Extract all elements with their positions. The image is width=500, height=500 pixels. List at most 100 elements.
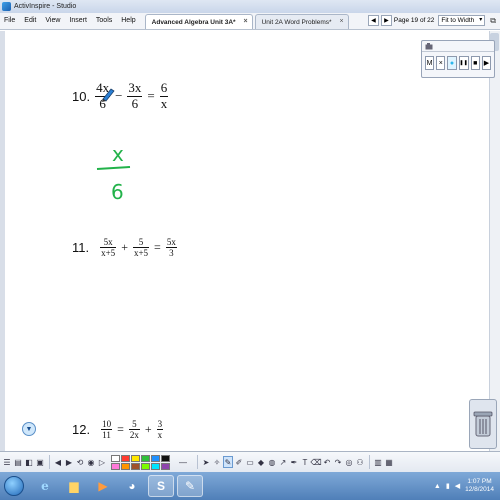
main-menu-icon[interactable]: ☰ xyxy=(2,456,12,468)
palette-swatch[interactable] xyxy=(161,462,170,470)
ink-color-icon[interactable]: ✒ xyxy=(289,456,299,468)
numerator: 3 xyxy=(157,419,163,429)
numerator: 5x xyxy=(166,237,176,247)
stop-button[interactable]: ■ xyxy=(470,56,480,70)
operator: + xyxy=(121,240,128,255)
palette-swatch[interactable] xyxy=(121,454,130,462)
fraction: 5 2x xyxy=(128,419,140,441)
more-tools-icon[interactable]: ▦ xyxy=(384,456,394,468)
pause-button[interactable]: ❚❚ xyxy=(458,56,469,70)
activinspire-taskbar-icon[interactable]: ✎ xyxy=(177,475,203,497)
eraser-icon[interactable]: ▭ xyxy=(245,456,255,468)
problem-12: 12. 10 11 = 5 2x + 3 x xyxy=(72,419,165,441)
volume-icon[interactable]: ◀ xyxy=(455,482,460,490)
denominator: x xyxy=(160,95,168,111)
fraction: 5 x+5 xyxy=(132,237,150,259)
palette-swatch[interactable] xyxy=(121,462,130,470)
start-button-icon[interactable] xyxy=(4,476,24,496)
pen-cursor-icon xyxy=(102,88,115,102)
palette-swatch[interactable] xyxy=(151,462,160,470)
handwritten-fraction: x 6 xyxy=(96,144,131,204)
pen-width-slider-icon[interactable]: — xyxy=(173,456,193,468)
magic-wand-icon[interactable]: ✧ xyxy=(212,456,222,468)
fill-icon[interactable]: ◍ xyxy=(267,456,277,468)
shape-icon[interactable]: ◆ xyxy=(256,456,266,468)
play-button[interactable]: ▶ xyxy=(481,56,492,70)
activinspire-logo-icon xyxy=(2,2,11,11)
desktop-annotate-icon[interactable]: ▣ xyxy=(35,456,45,468)
palette-swatch[interactable] xyxy=(131,454,140,462)
flipchart-icon[interactable]: ◧ xyxy=(24,456,34,468)
fraction: 5x x+5 xyxy=(100,237,117,259)
close-tab-icon[interactable]: × xyxy=(243,18,247,25)
file-explorer-icon[interactable]: ▆ xyxy=(61,475,87,497)
play-icon[interactable]: ▷ xyxy=(97,456,107,468)
text-icon[interactable]: T xyxy=(300,456,310,468)
denominator: x+5 xyxy=(101,248,116,259)
recorder-toolbar-header[interactable] xyxy=(422,41,494,52)
denominator: x xyxy=(157,430,163,441)
palette-swatch[interactable] xyxy=(151,454,160,462)
record-icon[interactable]: ◉ xyxy=(86,456,96,468)
menu-tools[interactable]: Tools xyxy=(96,17,112,24)
problem-number: 12. xyxy=(72,422,91,438)
chrome-icon[interactable]: ◕ xyxy=(119,475,145,497)
pen-icon[interactable]: ✎ xyxy=(223,456,233,468)
page-tools-icon[interactable]: ▥ xyxy=(373,456,383,468)
browsers-icon[interactable]: ▤ xyxy=(13,456,23,468)
color-palette xyxy=(111,454,170,470)
vertical-scrollbar[interactable] xyxy=(489,31,500,451)
network-icon[interactable]: ▮ xyxy=(446,482,450,490)
menu-insert[interactable]: Insert xyxy=(69,17,87,24)
close-tab-icon[interactable]: × xyxy=(339,18,343,25)
tab-advanced-algebra[interactable]: Advanced Algebra Unit 3A* × xyxy=(144,14,253,29)
clear-icon[interactable]: ⌫ xyxy=(310,456,321,468)
palette-swatch[interactable] xyxy=(111,454,120,462)
operator: = xyxy=(154,240,161,255)
page-trash-bin[interactable] xyxy=(469,399,497,449)
camera-icon xyxy=(425,42,433,49)
connector-icon[interactable]: ↗ xyxy=(278,456,288,468)
redo-icon[interactable]: ↷ xyxy=(333,456,343,468)
toolbar-separator xyxy=(197,455,198,469)
main-toolbox: ☰ ▤ ◧ ▣ ◀ ▶ ⟲ ◉ ▷ — ➤ ✧ ✎ ✐ ▭ ◆ ◍ ↗ ✒ T … xyxy=(0,451,500,472)
floating-recorder-toolbar[interactable]: M × ● ❚❚ ■ ▶ xyxy=(421,40,495,78)
page-navigator: ◀ ▶ Page 19 of 22 Fit to Width ⧉ xyxy=(367,12,500,29)
highlighter-icon[interactable]: ✐ xyxy=(234,456,244,468)
previous-page-icon[interactable]: ◀ xyxy=(53,456,63,468)
toolbox-collapse-icon[interactable]: ▼ xyxy=(22,422,36,436)
palette-swatch[interactable] xyxy=(141,462,150,470)
menu-view[interactable]: View xyxy=(45,17,60,24)
spotlight-icon[interactable]: ◎ xyxy=(344,456,354,468)
media-player-icon[interactable]: ▶ xyxy=(90,475,116,497)
menu-bar: File Edit View Insert Tools Help Advance… xyxy=(0,13,500,30)
system-clock[interactable]: 1:07 PM 12/8/2014 xyxy=(465,478,494,494)
tab-word-problems[interactable]: Unit 2A Word Problems* × xyxy=(254,14,349,29)
operator: − xyxy=(115,88,123,104)
zoom-select[interactable]: Fit to Width xyxy=(438,15,486,26)
internet-explorer-icon[interactable]: e xyxy=(32,475,58,497)
record-button[interactable]: ● xyxy=(447,56,457,70)
undo-icon[interactable]: ↶ xyxy=(322,456,332,468)
mute-button[interactable]: M xyxy=(425,56,435,70)
menu-edit[interactable]: Edit xyxy=(24,17,36,24)
palette-swatch[interactable] xyxy=(161,454,170,462)
palette-swatch[interactable] xyxy=(111,462,120,470)
next-page-icon[interactable]: ▶ xyxy=(64,456,74,468)
cancel-record-button[interactable]: × xyxy=(436,56,446,70)
palette-swatch[interactable] xyxy=(141,454,150,462)
menu-file[interactable]: File xyxy=(4,17,15,24)
activinspire-window: { "window": { "title": "ActivInspire - S… xyxy=(0,0,500,500)
palette-swatch[interactable] xyxy=(131,462,140,470)
denominator: 2x xyxy=(129,430,139,441)
previous-page-button[interactable]: ◀ xyxy=(367,15,379,26)
select-icon[interactable]: ➤ xyxy=(201,456,211,468)
dual-user-icon[interactable]: ⚇ xyxy=(355,456,365,468)
menu-help[interactable]: Help xyxy=(121,17,135,24)
trash-icon xyxy=(473,411,493,437)
show-hidden-icons-icon[interactable]: ▲ xyxy=(434,483,441,490)
window-controls-icon[interactable]: ⧉ xyxy=(490,16,496,26)
skype-icon[interactable]: S xyxy=(148,475,174,497)
next-page-button[interactable]: ▶ xyxy=(380,15,392,26)
reset-page-icon[interactable]: ⟲ xyxy=(75,456,85,468)
